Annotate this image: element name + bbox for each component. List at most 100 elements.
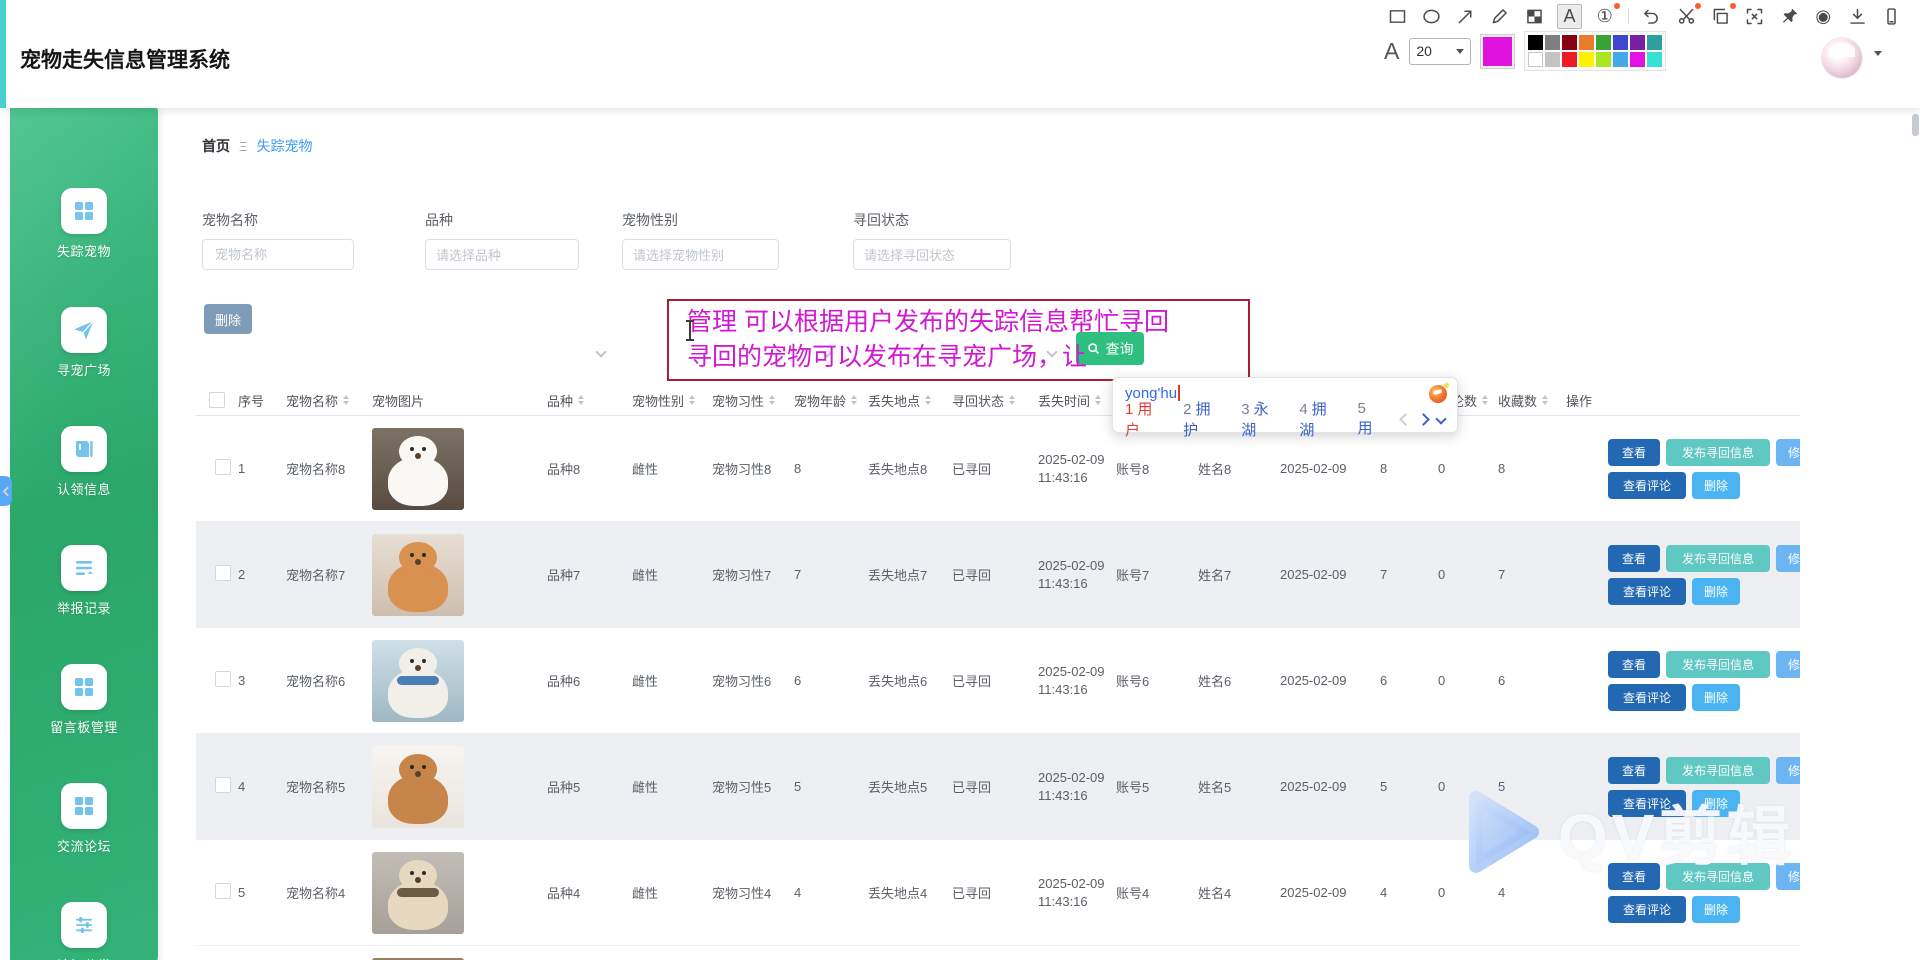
- delete-button[interactable]: 删除: [1692, 896, 1740, 923]
- sort-caret-icon[interactable]: [1482, 392, 1488, 408]
- view-comments-button[interactable]: 查看评论: [1608, 896, 1686, 923]
- step-tool-icon[interactable]: ①: [1594, 5, 1616, 28]
- user-menu-caret-icon[interactable]: [1874, 56, 1882, 74]
- pet-photo[interactable]: [372, 640, 464, 722]
- col-header-16[interactable]: 收藏数: [1496, 391, 1564, 410]
- scrollbar[interactable]: [1912, 114, 1919, 136]
- edit-button[interactable]: 修改: [1776, 757, 1800, 784]
- palette-color[interactable]: [1562, 35, 1577, 50]
- view-button[interactable]: 查看: [1608, 863, 1660, 890]
- edit-button[interactable]: 修改: [1776, 545, 1800, 572]
- col-header-10[interactable]: 丢失时间: [1036, 391, 1114, 410]
- palette-color[interactable]: [1596, 35, 1611, 50]
- edit-button[interactable]: 修改: [1776, 651, 1800, 678]
- view-comments-button[interactable]: 查看评论: [1608, 578, 1686, 605]
- view-comments-button[interactable]: 查看评论: [1608, 790, 1686, 817]
- publish-recovery-button[interactable]: 发布寻回信息: [1666, 545, 1770, 572]
- ellipse-tool-icon[interactable]: [1420, 5, 1442, 28]
- view-button[interactable]: 查看: [1608, 545, 1660, 572]
- sort-caret-icon[interactable]: [1095, 392, 1101, 408]
- delete-button[interactable]: 删除: [1692, 578, 1740, 605]
- col-header-8[interactable]: 丢失地点: [866, 391, 950, 410]
- filter-select[interactable]: 请选择宠物性别: [622, 239, 779, 270]
- sort-caret-icon[interactable]: [343, 392, 349, 408]
- delete-button[interactable]: 删除: [1692, 790, 1740, 817]
- palette-color[interactable]: [1596, 52, 1611, 67]
- ime-candidate-4[interactable]: 4拥湖: [1299, 398, 1340, 440]
- page-next-icon[interactable]: [1417, 413, 1430, 426]
- record-tool-icon[interactable]: ◉: [1812, 5, 1834, 28]
- edit-button[interactable]: 修改: [1776, 863, 1800, 890]
- palette-color[interactable]: [1647, 35, 1662, 50]
- col-header-9[interactable]: 寻回状态: [950, 391, 1036, 410]
- view-button[interactable]: 查看: [1608, 439, 1660, 466]
- row-checkbox[interactable]: [215, 883, 231, 899]
- sidebar-collapse-handle[interactable]: [0, 476, 12, 506]
- bookmark-tool-icon[interactable]: [1915, 5, 1920, 28]
- filter-input[interactable]: [202, 239, 354, 270]
- sort-caret-icon[interactable]: [578, 392, 584, 408]
- publish-recovery-button[interactable]: 发布寻回信息: [1666, 651, 1770, 678]
- palette-color[interactable]: [1630, 35, 1645, 50]
- arrow-tool-icon[interactable]: [1455, 5, 1477, 28]
- row-checkbox[interactable]: [215, 565, 231, 581]
- palette-color[interactable]: [1562, 52, 1577, 67]
- sidebar-item-7[interactable]: 论坛分类: [57, 902, 111, 960]
- ime-candidate-3[interactable]: 3永湖: [1241, 398, 1282, 440]
- breadcrumb-current[interactable]: 失踪宠物: [256, 136, 312, 156]
- copy-tool-icon[interactable]: [1709, 5, 1731, 28]
- sidebar-item-4[interactable]: 举报记录: [57, 545, 111, 617]
- palette-color[interactable]: [1579, 52, 1594, 67]
- pet-photo[interactable]: [372, 428, 464, 510]
- palette-color[interactable]: [1647, 52, 1662, 67]
- current-color-swatch[interactable]: [1481, 35, 1514, 68]
- view-comments-button[interactable]: 查看评论: [1608, 472, 1686, 499]
- text-tool-icon[interactable]: A: [1557, 4, 1581, 29]
- rect-tool-icon[interactable]: [1386, 5, 1408, 28]
- palette-color[interactable]: [1613, 35, 1628, 50]
- pet-photo[interactable]: [372, 746, 464, 828]
- col-header-4[interactable]: 品种: [545, 391, 630, 410]
- col-header-7[interactable]: 宠物年龄: [792, 391, 866, 410]
- col-header-2[interactable]: 宠物名称: [284, 391, 370, 410]
- frame-tool-icon[interactable]: [1744, 5, 1766, 28]
- sidebar-item-5[interactable]: 留言板管理: [50, 664, 118, 736]
- row-checkbox[interactable]: [215, 777, 231, 793]
- avatar[interactable]: [1822, 38, 1862, 78]
- palette-color[interactable]: [1579, 35, 1594, 50]
- cut-tool-icon[interactable]: [1675, 5, 1697, 28]
- filter-select[interactable]: 请选择品种: [425, 239, 579, 270]
- view-comments-button[interactable]: 查看评论: [1608, 684, 1686, 711]
- page-prev-icon[interactable]: [1399, 413, 1412, 426]
- palette-color[interactable]: [1528, 35, 1543, 50]
- delete-button[interactable]: 删除: [1692, 472, 1740, 499]
- palette-color[interactable]: [1545, 52, 1560, 67]
- col-header-5[interactable]: 宠物性别: [630, 391, 710, 410]
- font-style-icon[interactable]: A: [1384, 38, 1399, 65]
- delete-button[interactable]: 删除: [1692, 684, 1740, 711]
- view-button[interactable]: 查看: [1608, 757, 1660, 784]
- sidebar-item-2[interactable]: 寻宠广场: [57, 307, 111, 379]
- pin-tool-icon[interactable]: [1778, 5, 1800, 28]
- sort-caret-icon[interactable]: [689, 392, 695, 408]
- ime-candidate-5[interactable]: 5用: [1357, 400, 1384, 438]
- sidebar-item-1[interactable]: 失踪宠物: [57, 188, 111, 260]
- palette-color[interactable]: [1545, 35, 1560, 50]
- phone-tool-icon[interactable]: [1881, 5, 1903, 28]
- edit-button[interactable]: 修改: [1776, 439, 1800, 466]
- palette-color[interactable]: [1528, 52, 1543, 67]
- mosaic-tool-icon[interactable]: [1523, 5, 1545, 28]
- publish-recovery-button[interactable]: 发布寻回信息: [1666, 757, 1770, 784]
- sidebar-item-3[interactable]: 认领信息: [57, 426, 111, 498]
- ime-candidate-1[interactable]: 1用户: [1125, 398, 1166, 440]
- ime-candidate-2[interactable]: 2拥护: [1183, 398, 1224, 440]
- breadcrumb-home[interactable]: 首页: [202, 136, 230, 156]
- undo-tool-icon[interactable]: [1641, 5, 1663, 28]
- select-all-checkbox[interactable]: [209, 392, 225, 408]
- download-tool-icon[interactable]: [1846, 5, 1868, 28]
- sort-caret-icon[interactable]: [1542, 392, 1548, 408]
- pencil-tool-icon[interactable]: [1489, 5, 1511, 28]
- publish-recovery-button[interactable]: 发布寻回信息: [1666, 439, 1770, 466]
- palette-color[interactable]: [1630, 52, 1645, 67]
- sort-caret-icon[interactable]: [925, 392, 931, 408]
